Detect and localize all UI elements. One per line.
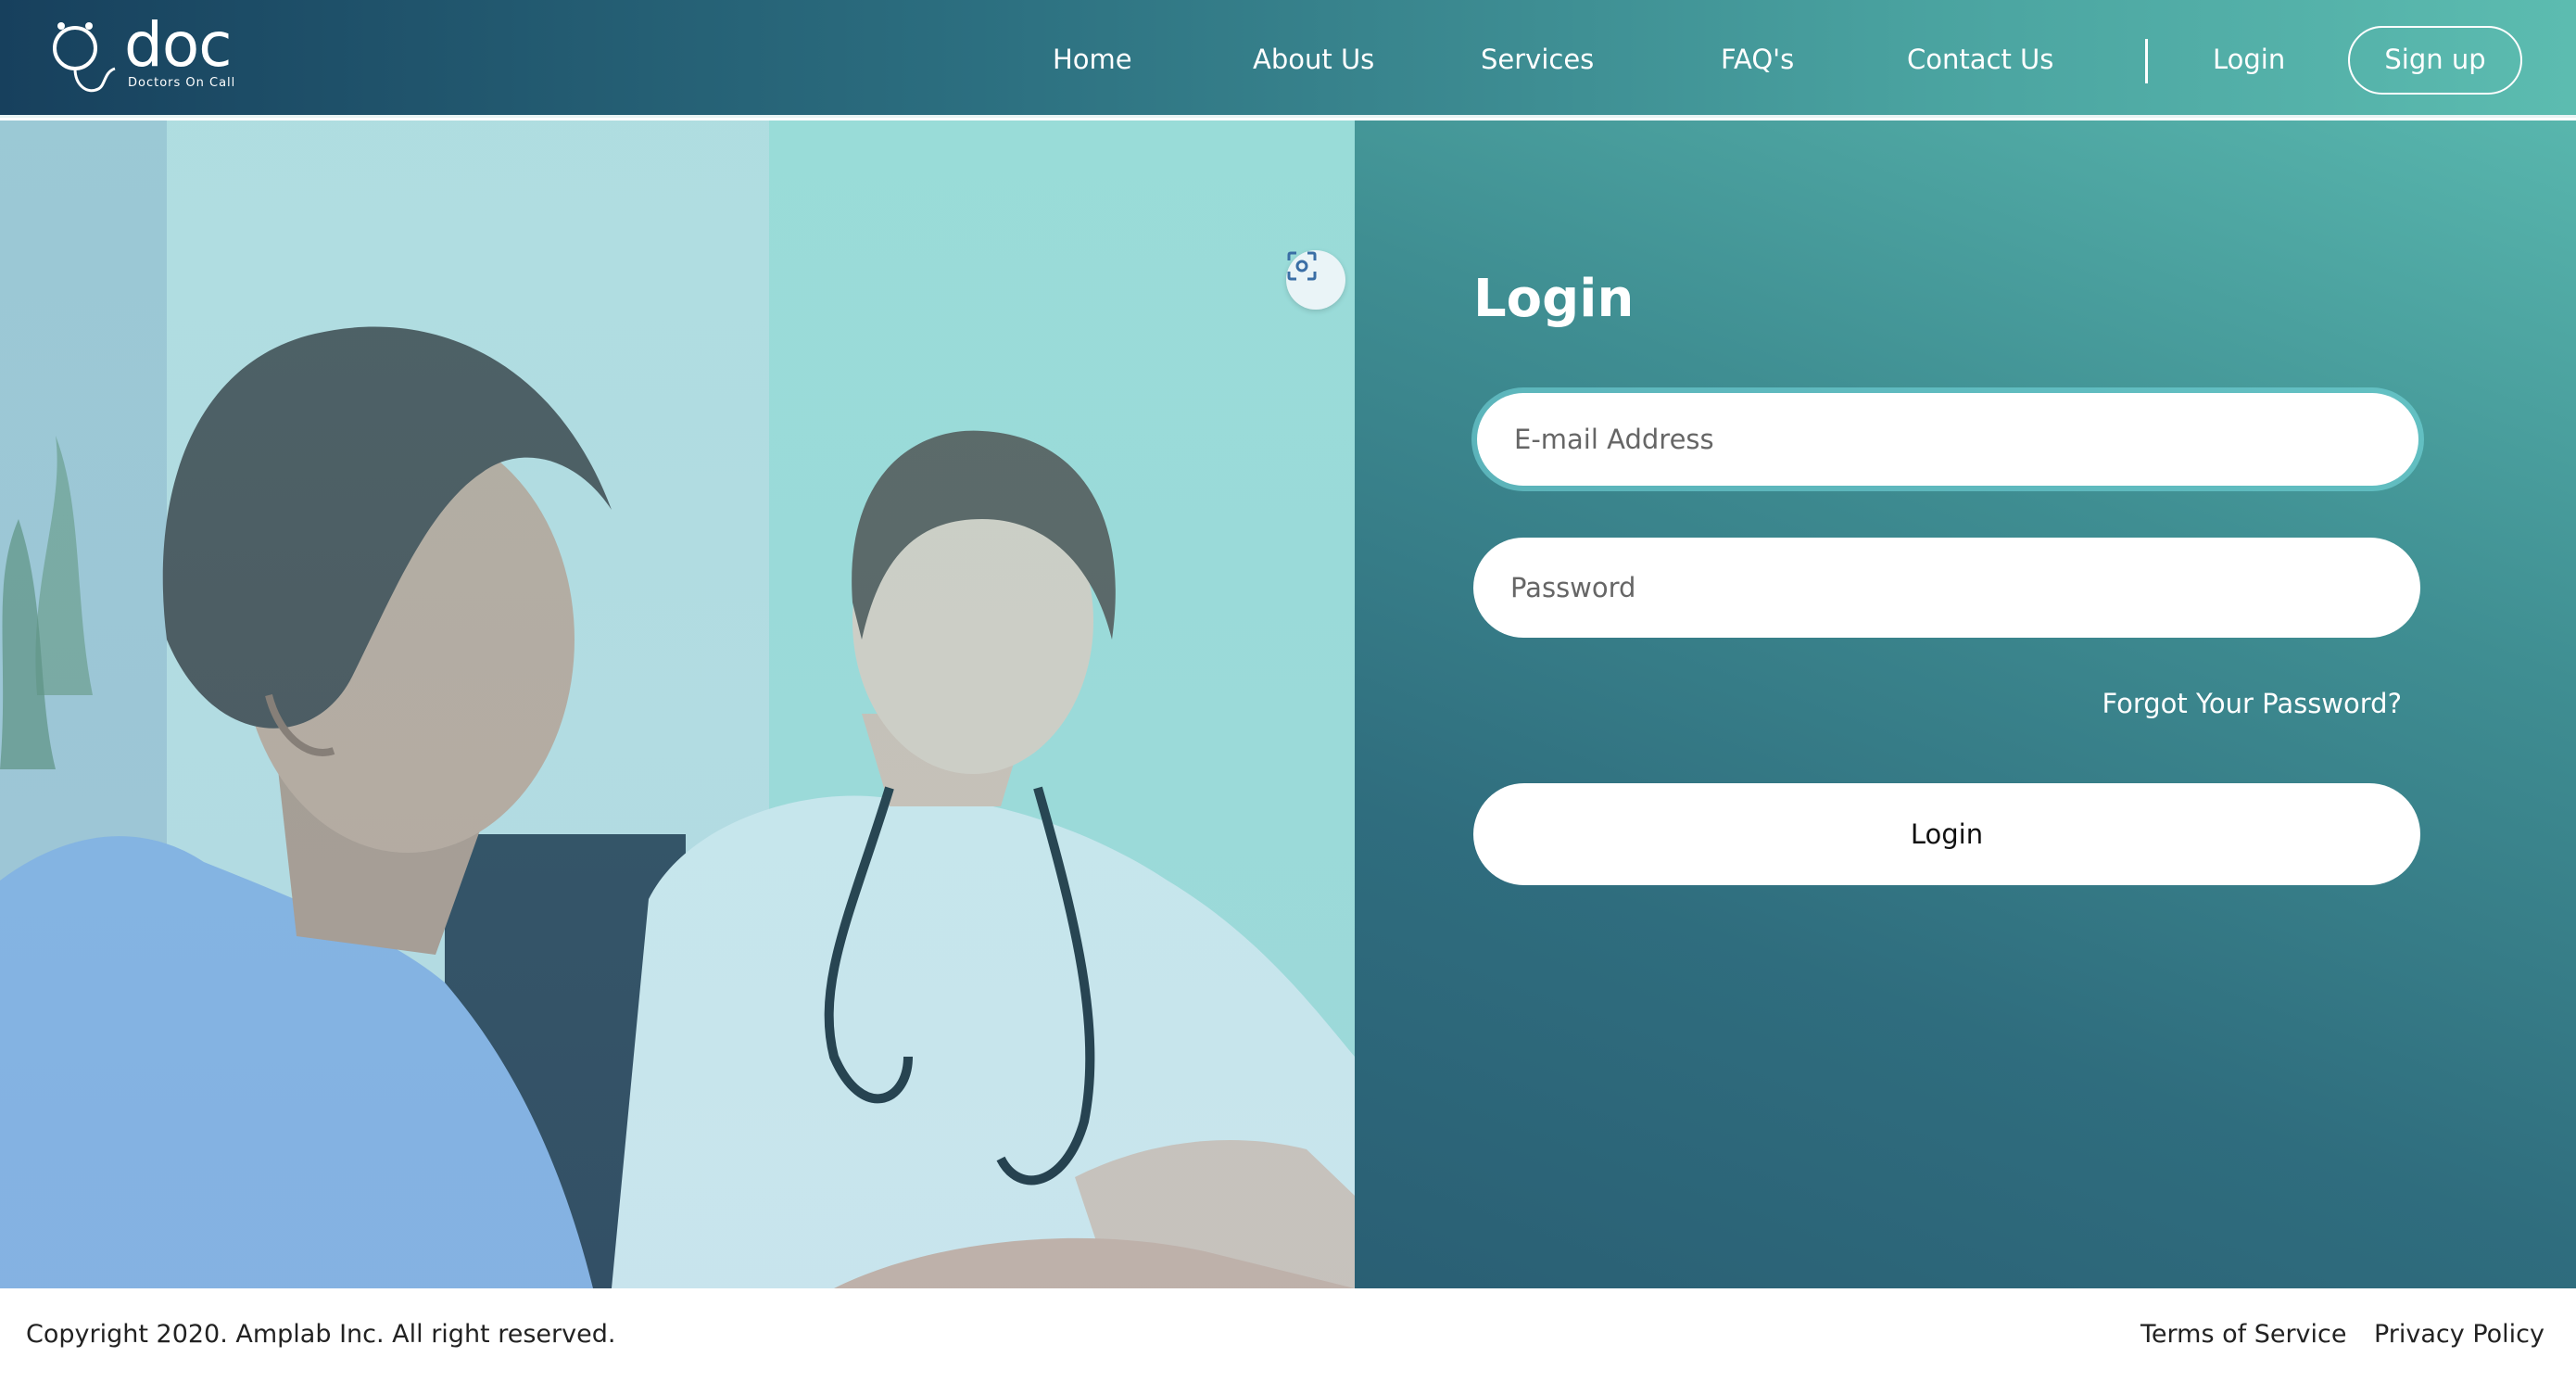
terms-of-service-link[interactable]: Terms of Service (2140, 1320, 2347, 1349)
top-navbar: doc Doctors On Call Home About Us Servic… (0, 0, 2576, 118)
login-submit-button[interactable]: Login (1473, 783, 2420, 885)
stethoscope-icon (53, 22, 116, 93)
nav-divider (2145, 39, 2148, 83)
scan-focus-icon (1287, 251, 1317, 281)
logo-wordmark: doc (124, 9, 233, 81)
nav-login[interactable]: Login (2213, 41, 2285, 78)
nav-services[interactable]: Services (1481, 41, 1594, 78)
privacy-policy-link[interactable]: Privacy Policy (2374, 1320, 2544, 1349)
scan-focus-button[interactable] (1286, 250, 1345, 310)
hero-tint-overlay (0, 120, 1355, 1288)
nav-contact-us[interactable]: Contact Us (1907, 41, 2053, 78)
nav-about-us[interactable]: About Us (1253, 41, 1374, 78)
hero-image (0, 120, 1355, 1288)
brand-logo[interactable]: doc Doctors On Call (50, 15, 245, 98)
signup-button[interactable]: Sign up (2348, 26, 2522, 95)
forgot-password-link[interactable]: Forgot Your Password? (2102, 688, 2402, 719)
logo-tagline: Doctors On Call (128, 76, 236, 90)
email-field[interactable] (1477, 393, 2418, 486)
login-heading: Login (1473, 269, 1635, 329)
copyright-text: Copyright 2020. Amplab Inc. All right re… (26, 1320, 616, 1349)
nav-home[interactable]: Home (1053, 41, 1132, 78)
password-field[interactable] (1473, 538, 2420, 638)
nav-faqs[interactable]: FAQ's (1721, 41, 1794, 78)
